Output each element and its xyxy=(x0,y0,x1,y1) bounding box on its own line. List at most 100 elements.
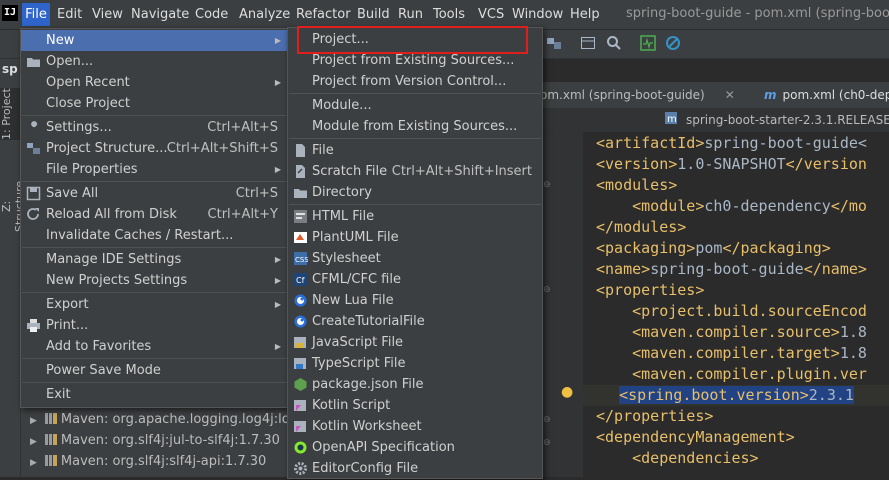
menu-edit[interactable]: Edit xyxy=(57,6,82,24)
new-menu-openapi-specification[interactable]: OpenAPI Specification xyxy=(288,437,542,458)
project-name-label: sp xyxy=(2,62,18,76)
xml-text: ch0-dependency xyxy=(704,197,831,215)
new-menu-project-from-version-control[interactable]: Project from Version Control... xyxy=(288,71,542,92)
menu-item-label: Power Save Mode xyxy=(46,363,161,378)
menu-analyze[interactable]: Analyze xyxy=(239,6,290,24)
new-menu-html-file[interactable]: HTML File xyxy=(288,206,542,227)
file-menu-exit[interactable]: Exit xyxy=(21,384,288,405)
xml-tag: <module> xyxy=(632,197,705,215)
xml-tag: <spring.boot.version> xyxy=(619,386,809,404)
xml-text: 1.8 xyxy=(839,344,867,362)
new-menu-editorconfig-file[interactable]: EditorConfig File xyxy=(288,458,542,479)
new-menu-package-json-file[interactable]: package.json File xyxy=(288,374,542,395)
menu-refactor[interactable]: Refactor xyxy=(296,6,351,24)
project-tool-tab[interactable]: 1: Project xyxy=(0,88,20,140)
file-menu-export[interactable]: Export ▶ xyxy=(21,294,288,315)
menu-navigate[interactable]: Navigate xyxy=(131,6,189,24)
tab-pom-ch0-dependency[interactable]: m pom.xml (ch0-dep xyxy=(764,88,889,102)
profiler-icon[interactable] xyxy=(640,35,656,51)
fold-icon[interactable]: ⊖ xyxy=(543,415,551,425)
file-menu-manage-ide-settings[interactable]: Manage IDE Settings ▶ xyxy=(21,249,288,270)
xml-tag: <maven.compiler.source> xyxy=(632,323,840,341)
file-menu-new-projects-settings[interactable]: New Projects Settings ▶ xyxy=(21,270,288,291)
menu-item-label: File Properties xyxy=(46,162,138,177)
new-menu-scratch-file[interactable]: Scratch File Ctrl+Alt+Shift+Insert xyxy=(288,161,542,182)
project-structure-icon[interactable] xyxy=(546,35,562,51)
menu-item-label: HTML File xyxy=(312,209,375,224)
file-menu-invalidate-caches-restart[interactable]: Invalidate Caches / Restart... xyxy=(21,225,288,246)
file-menu-reload-all-from-disk[interactable]: Reload All from Disk Ctrl+Alt+Y xyxy=(21,204,288,225)
menu-code[interactable]: Code xyxy=(195,6,228,24)
new-menu-module-from-existing-sources[interactable]: Module from Existing Sources... xyxy=(288,116,542,137)
file-menu-close-project[interactable]: Close Project xyxy=(21,93,288,114)
menu-window[interactable]: Window xyxy=(512,6,563,24)
menu-vcs[interactable]: VCS xyxy=(478,6,504,24)
print-icon xyxy=(26,318,41,333)
new-menu-kotlin-script[interactable]: Kotlin Script xyxy=(288,395,542,416)
structure-tool-tab[interactable]: Z: Structure xyxy=(0,175,26,237)
file-menu-open-recent[interactable]: Open Recent ▶ xyxy=(21,72,288,93)
file-menu-save-all[interactable]: Save All Ctrl+S xyxy=(21,183,288,204)
tree-row[interactable]: ▶ Maven: org.slf4j:jul-to-slf4j:1.7.30 xyxy=(30,430,280,451)
file-menu-add-to-favorites[interactable]: Add to Favorites ▶ xyxy=(21,336,288,357)
search-icon[interactable] xyxy=(606,35,622,51)
new-menu-plantuml-file[interactable]: PlantUML File xyxy=(288,227,542,248)
save-icon xyxy=(26,186,41,201)
file-menu-project-structure[interactable]: Project Structure... Ctrl+Alt+Shift+S xyxy=(21,138,288,159)
file-menu-power-save-mode[interactable]: Power Save Mode xyxy=(21,360,288,381)
menu-tools[interactable]: Tools xyxy=(433,6,465,24)
submenu-arrow-icon: ▶ xyxy=(274,78,281,87)
menu-separator xyxy=(22,180,287,182)
menu-build[interactable]: Build xyxy=(357,6,390,24)
new-menu-stylesheet[interactable]: CSS Stylesheet xyxy=(288,248,542,269)
tree-row[interactable]: ▶ Maven: org.apache.logging.log4j:log4 xyxy=(30,409,306,430)
no-power-save-icon[interactable] xyxy=(665,35,681,51)
css-icon: CSS xyxy=(293,251,309,266)
new-menu-cfml-cfc-file[interactable]: Cf CFML/CFC file xyxy=(288,269,542,290)
expand-arrow-icon[interactable]: ▶ xyxy=(30,437,37,447)
fold-icon[interactable]: ⊖ xyxy=(543,438,551,448)
menu-item-label: Module from Existing Sources... xyxy=(312,119,518,134)
file-menu-settings[interactable]: Settings... Ctrl+Alt+S xyxy=(21,117,288,138)
new-menu-kotlin-worksheet[interactable]: Kotlin Worksheet xyxy=(288,416,542,437)
xml-text: 1.8 xyxy=(839,323,867,341)
new-menu-javascript-file[interactable]: JavaScript File xyxy=(288,332,542,353)
new-menu-file[interactable]: File xyxy=(288,140,542,161)
menu-file[interactable]: File xyxy=(22,3,50,26)
window-icon[interactable] xyxy=(580,35,596,51)
menu-view[interactable]: View xyxy=(92,6,123,24)
tab-pom-spring-boot-guide[interactable]: om.xml (spring-boot-guide) ✕ xyxy=(540,88,735,102)
new-menu-module[interactable]: Module... xyxy=(288,95,542,116)
tree-row[interactable]: ▶ Maven: org.slf4j:slf4j-api:1.7.30 xyxy=(30,451,266,472)
xml-text: spring-boot-guide< xyxy=(704,134,867,152)
close-icon[interactable]: ✕ xyxy=(725,88,735,102)
cf-icon: Cf xyxy=(293,272,308,287)
expand-arrow-icon[interactable]: ▶ xyxy=(30,458,37,468)
menu-separator xyxy=(22,246,287,248)
new-menu-createtutorialfile[interactable]: CreateTutorialFile xyxy=(288,311,542,332)
svg-text:Cf: Cf xyxy=(296,276,305,285)
new-menu-new-lua-file[interactable]: New Lua File xyxy=(288,290,542,311)
menu-run[interactable]: Run xyxy=(398,6,423,24)
fold-icon[interactable]: ⊖ xyxy=(543,180,551,190)
file-menu-open[interactable]: Open... xyxy=(21,51,288,72)
file-menu-new[interactable]: New ▶ xyxy=(21,30,288,51)
annotation-highlight-box xyxy=(297,26,528,54)
breadcrumb-label[interactable]: spring-boot-starter-2.3.1.RELEASE.p xyxy=(686,113,889,127)
intellij-logo-icon: IJ xyxy=(2,5,18,21)
expand-arrow-icon[interactable]: ▶ xyxy=(30,416,37,426)
new-menu-typescript-file[interactable]: TypeScript File xyxy=(288,353,542,374)
menu-item-label: New xyxy=(46,33,75,48)
menu-help[interactable]: Help xyxy=(570,6,600,24)
menu-item-label: Open... xyxy=(46,54,94,69)
code-line: <properties> xyxy=(596,280,704,301)
menu-item-label: CFML/CFC file xyxy=(312,272,401,287)
xml-tag: <dependencies> xyxy=(632,449,759,467)
file-menu-print[interactable]: Print... xyxy=(21,315,288,336)
xml-text: 2.3.1 xyxy=(808,386,854,404)
file-menu-file-properties[interactable]: File Properties ▶ xyxy=(21,159,288,180)
lightbulb-icon[interactable]: ● xyxy=(561,384,573,400)
new-menu-directory[interactable]: Directory xyxy=(288,182,542,203)
fold-icon[interactable]: ⊖ xyxy=(543,285,551,295)
